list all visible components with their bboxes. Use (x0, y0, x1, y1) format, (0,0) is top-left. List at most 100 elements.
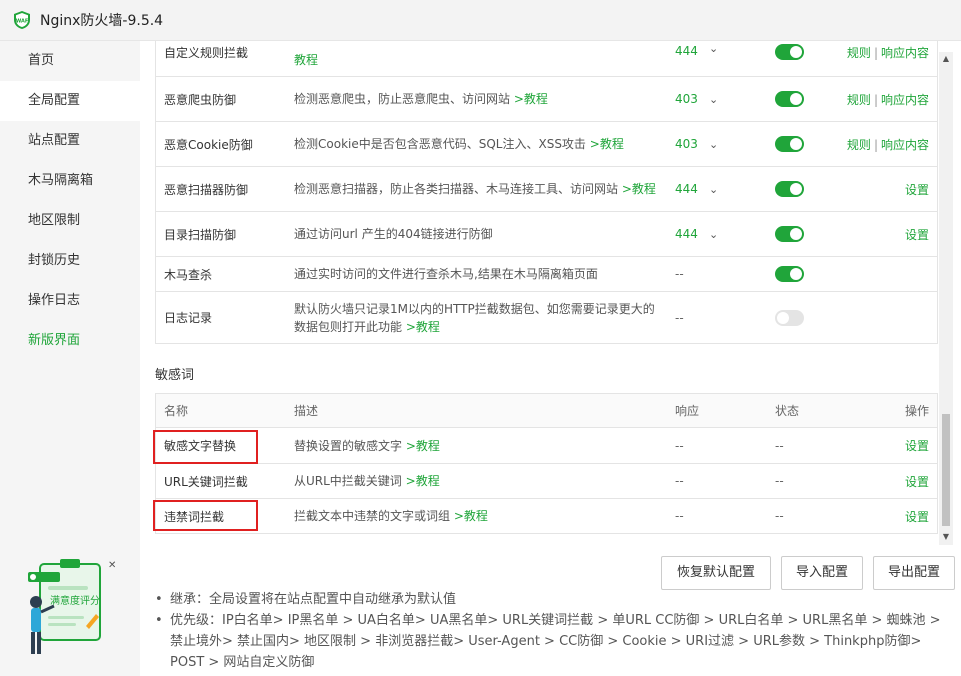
highlight-box (153, 430, 258, 464)
rule-name: 木马查杀 (164, 267, 213, 282)
table-row: 违禁词拦截 拦截文本中违禁的文字或词组 >教程 -- -- 设置 (156, 499, 937, 534)
title-bar: WAF Nginx防火墙-9.5.4 (0, 0, 961, 41)
rule-button[interactable]: 规则 (847, 138, 871, 152)
scroll-up-icon[interactable]: ▲ (939, 52, 953, 66)
table-row: 日志记录 默认防火墙只记录1M以内的HTTP拦截数据包、如您需要记录更大的数据包… (156, 292, 937, 344)
scroll-down-icon[interactable]: ▼ (939, 530, 953, 544)
chevron-down-icon[interactable]: ⌄ (709, 183, 718, 196)
survey-illustration-icon: ✕ (28, 559, 116, 654)
sidebar-item-region-limit[interactable]: 地区限制 (0, 201, 140, 241)
tutorial-link[interactable]: >教程 (590, 137, 624, 151)
sidebar-item-global-config[interactable]: 全局配置 (0, 81, 140, 121)
status-toggle[interactable] (775, 91, 804, 107)
rule-desc: 通过访问url 产生的404链接进行防御 (294, 227, 493, 241)
tutorial-link[interactable]: >教程 (622, 182, 656, 196)
sensitive-table: 名称 描述 响应 状态 操作 敏感文字替换 替换设置的敏感文字 >教程 -- -… (155, 393, 938, 534)
rule-response-code: -- (675, 267, 684, 281)
export-config-button[interactable]: 导出配置 (873, 556, 955, 590)
rule-name: 恶意扫描器防御 (164, 182, 249, 197)
rule-status: -- (775, 474, 784, 488)
tutorial-link[interactable]: >教程 (514, 92, 548, 106)
sidebar-item-new-ui[interactable]: 新版界面 (0, 321, 140, 361)
rule-desc-text: 检测恶意扫描器，防止各类扫描器、木马连接工具、访问网站 (294, 182, 619, 196)
status-toggle[interactable] (775, 226, 804, 242)
sidebar-item-trojan-quarantine[interactable]: 木马隔离箱 (0, 161, 140, 201)
rule-name: 恶意爬虫防御 (164, 92, 237, 107)
table-row: URL关键词拦截 从URL中拦截关键词 >教程 -- -- 设置 (156, 464, 937, 499)
settings-button[interactable]: 设置 (905, 437, 929, 454)
tutorial-link[interactable]: >教程 (406, 474, 440, 488)
sidebar-item-home[interactable]: 首页 (0, 41, 140, 81)
svg-text:WAF: WAF (16, 19, 29, 25)
chevron-down-icon[interactable]: ⌄ (709, 138, 718, 151)
chevron-down-icon[interactable]: ⌄ (709, 42, 718, 55)
rule-desc: 教程 (294, 51, 666, 69)
sidebar-item-block-history[interactable]: 封锁历史 (0, 241, 140, 281)
rule-desc: 检测恶意爬虫，防止恶意爬虫、访问网站 >教程 (294, 90, 666, 108)
rule-desc-text: 默认防火墙只记录1M以内的HTTP拦截数据包、如您需要记录更大的数据包则打开此功… (294, 301, 655, 334)
settings-button[interactable]: 设置 (905, 183, 929, 197)
import-config-button[interactable]: 导入配置 (781, 556, 863, 590)
header-name: 名称 (164, 404, 189, 418)
settings-button[interactable]: 设置 (905, 473, 929, 490)
sidebar-item-site-config[interactable]: 站点配置 (0, 121, 140, 161)
tutorial-link[interactable]: >教程 (454, 509, 488, 523)
highlight-box (153, 500, 258, 531)
survey-label: 满意度评分 (50, 596, 100, 607)
table-row: 恶意扫描器防御 检测恶意扫描器，防止各类扫描器、木马连接工具、访问网站 >教程 … (156, 167, 937, 212)
header-status: 状态 (775, 404, 800, 418)
response-content-button[interactable]: 响应内容 (881, 46, 929, 60)
rule-desc-text: 拦截文本中违禁的文字或词组 (294, 509, 451, 523)
scrollbar-thumb[interactable] (942, 414, 950, 526)
rule-desc: 从URL中拦截关键词 >教程 (294, 472, 666, 490)
rule-response-code[interactable]: 403 (675, 137, 698, 151)
table-row: 目录扫描防御 通过访问url 产生的404链接进行防御 444 ⌄ 设置 (156, 212, 937, 257)
table-row: 木马查杀 通过实时访问的文件进行查杀木马,结果在木马隔离箱页面 -- (156, 257, 937, 292)
header-resp: 响应 (675, 404, 700, 418)
chevron-down-icon[interactable]: ⌄ (709, 228, 718, 241)
status-toggle[interactable] (775, 44, 804, 60)
waf-shield-icon: WAF (14, 11, 30, 29)
rule-name: 日志记录 (164, 311, 213, 325)
response-content-button[interactable]: 响应内容 (881, 93, 929, 107)
chevron-down-icon[interactable]: ⌄ (709, 93, 718, 106)
rule-response-code: -- (675, 310, 684, 325)
notes: 继承：全局设置将在站点配置中自动继承为默认值 优先级：IP白名单> IP黑名单 … (155, 589, 955, 673)
table-row: 自定义规则拦截 教程 444 ⌄ 规则 | 响应内容 (156, 41, 937, 77)
rule-name: 目录扫描防御 (164, 227, 237, 242)
settings-button[interactable]: 设置 (905, 508, 929, 525)
status-toggle[interactable] (775, 266, 804, 282)
status-toggle[interactable] (775, 136, 804, 152)
rule-response-code: -- (675, 474, 684, 488)
rule-response-code[interactable]: 444 (675, 227, 698, 241)
rule-desc-text: 从URL中拦截关键词 (294, 474, 402, 488)
response-content-button[interactable]: 响应内容 (881, 138, 929, 152)
note-item: 继承：全局设置将在站点配置中自动继承为默认值 (155, 589, 955, 610)
rule-button[interactable]: 规则 (847, 93, 871, 107)
status-toggle[interactable] (775, 309, 804, 326)
settings-button[interactable]: 设置 (905, 228, 929, 242)
app-title: Nginx防火墙-9.5.4 (40, 13, 164, 29)
section-title: 敏感词 (155, 368, 195, 383)
rule-response-code[interactable]: 444 (675, 182, 698, 196)
header-op: 操作 (904, 404, 929, 418)
rule-name: 恶意Cookie防御 (164, 137, 253, 152)
rule-button[interactable]: 规则 (847, 46, 871, 60)
table-row: 恶意爬虫防御 检测恶意爬虫，防止恶意爬虫、访问网站 >教程 403 ⌄ 规则 | 响… (156, 77, 937, 122)
tutorial-link[interactable]: >教程 (406, 439, 440, 453)
tutorial-link[interactable]: 教程 (294, 53, 318, 67)
satisfaction-survey-widget[interactable]: ✕ 满意度评分 (14, 556, 120, 662)
rule-desc: 通过实时访问的文件进行查杀木马,结果在木马隔离箱页面 (294, 267, 598, 281)
reset-default-config-button[interactable]: 恢复默认配置 (661, 556, 771, 590)
divider: | (873, 46, 878, 60)
divider: | (873, 137, 878, 152)
rule-desc: 检测Cookie中是否包含恶意代码、SQL注入、XSS攻击 >教程 (294, 135, 666, 153)
rule-status: -- (775, 438, 784, 453)
tutorial-link[interactable]: >教程 (406, 320, 440, 334)
rule-response-code[interactable]: 444 (675, 44, 698, 58)
rule-response-code[interactable]: 403 (675, 92, 698, 106)
table-row: 恶意Cookie防御 检测Cookie中是否包含恶意代码、SQL注入、XSS攻击… (156, 122, 937, 167)
rule-name: URL关键词拦截 (164, 474, 248, 489)
sidebar-item-operation-log[interactable]: 操作日志 (0, 281, 140, 321)
status-toggle[interactable] (775, 181, 804, 197)
